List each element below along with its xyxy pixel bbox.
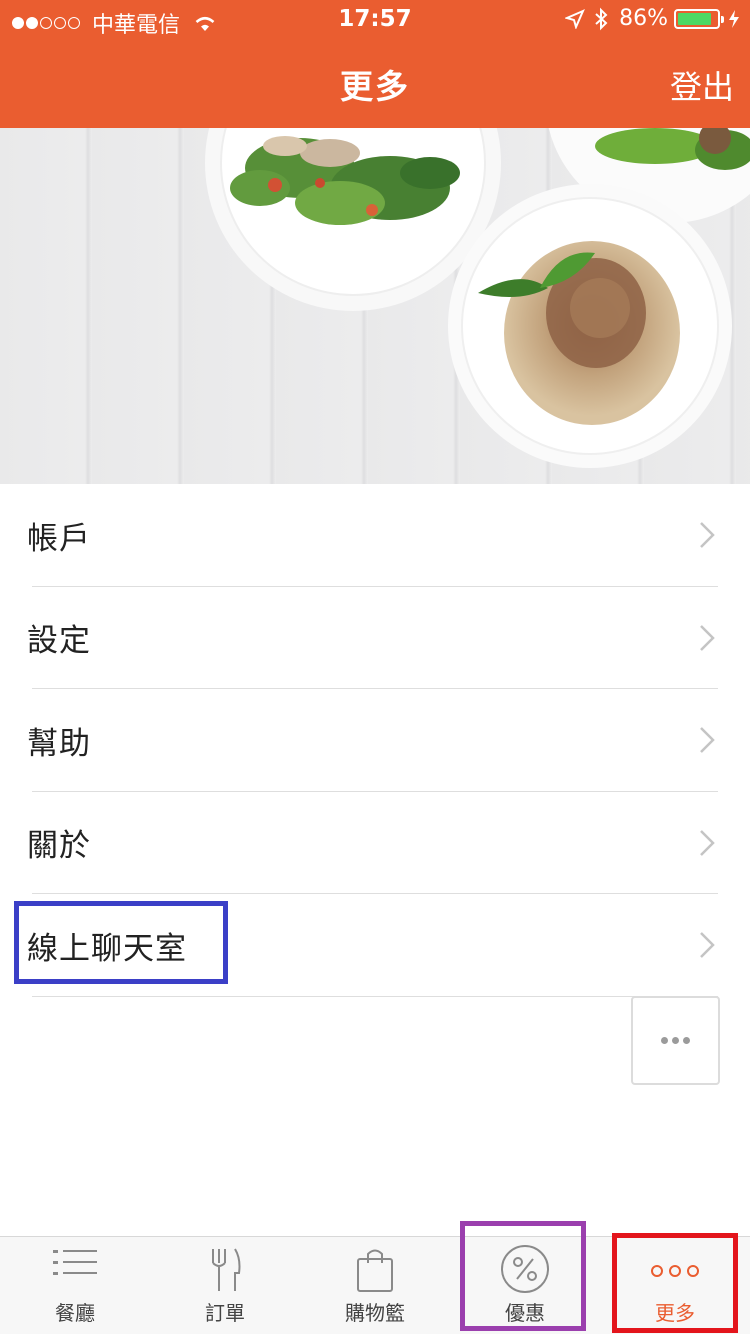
tab-orders[interactable]: 訂單 [150, 1237, 300, 1334]
ellipsis-icon [659, 1037, 692, 1044]
battery-fill [678, 12, 711, 25]
menu-item-account[interactable]: 帳戶 [0, 484, 750, 587]
chevron-right-icon [700, 829, 715, 856]
tab-label: 購物籃 [345, 1301, 405, 1325]
header-bar: 中華電信 17:57 86% 更多 登出 [0, 0, 750, 128]
menu-item-label: 關於 [27, 828, 91, 865]
more-icon [651, 1265, 699, 1277]
chevron-right-icon [700, 727, 715, 753]
location-arrow-icon [565, 8, 586, 29]
tab-promotions[interactable]: 優惠 [450, 1237, 600, 1334]
tab-label: 餐廳 [55, 1301, 95, 1325]
chevron-right-icon [700, 624, 715, 651]
tab-basket[interactable]: 購物籃 [300, 1237, 450, 1334]
hero-food-image [0, 128, 750, 484]
food-plates-illustration [205, 128, 750, 468]
battery-percent: 86% [619, 6, 668, 31]
menu-item-help[interactable]: 幫助 [0, 689, 750, 792]
status-bar: 中華電信 17:57 86% [0, 0, 750, 40]
menu-item-live-chat[interactable]: 線上聊天室 [0, 894, 750, 997]
status-right: 86% [557, 6, 740, 31]
charging-bolt-icon [729, 9, 739, 28]
bottom-tab-bar: 餐廳 訂單 購物籃 優惠 更多 [0, 1236, 750, 1334]
chevron-right-icon [700, 522, 715, 548]
menu-item-label: 幫助 [27, 725, 91, 762]
chat-more-button[interactable] [631, 996, 720, 1085]
logout-button[interactable]: 登出 [670, 62, 734, 108]
bluetooth-icon [595, 7, 608, 30]
fork-knife-icon [212, 1248, 241, 1291]
tab-label: 優惠 [505, 1301, 545, 1325]
menu-item-settings[interactable]: 設定 [0, 587, 750, 690]
menu-item-label: 設定 [27, 623, 91, 660]
settings-menu-list: 帳戶 設定 幫助 關於 線上聊天室 [0, 484, 750, 997]
shopping-bag-icon [357, 1249, 393, 1292]
chevron-right-icon [700, 932, 715, 958]
menu-item-label: 線上聊天室 [27, 930, 187, 967]
list-icon [53, 1250, 97, 1275]
tab-more[interactable]: 更多 [600, 1237, 750, 1334]
tab-label: 更多 [655, 1301, 695, 1325]
menu-item-label: 帳戶 [27, 520, 91, 557]
tab-label: 訂單 [205, 1301, 245, 1325]
percent-icon [501, 1245, 549, 1293]
page-title: 更多 [340, 67, 410, 106]
menu-item-about[interactable]: 關於 [0, 792, 750, 895]
tab-restaurants[interactable]: 餐廳 [0, 1237, 150, 1334]
battery-icon [674, 8, 724, 29]
